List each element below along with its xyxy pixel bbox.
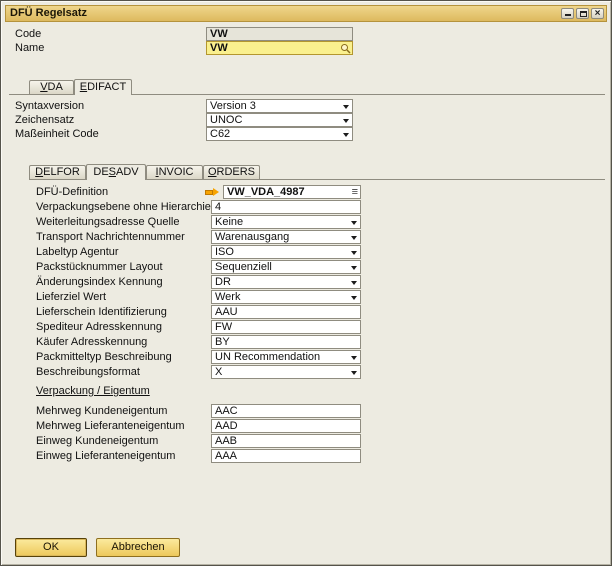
window-controls: × [561,8,604,19]
masseinheit-code-combo[interactable]: C62 [206,127,353,141]
einweg-lieferanteneigentum-label: Einweg Lieferanteneigentum [36,450,176,462]
weiterleitungsadresse-combo[interactable]: Keine [211,215,361,229]
minimize-button[interactable] [561,8,574,19]
weiterleitungsadresse-label: Weiterleitungsadresse Quelle [36,216,180,228]
packmitteltyp-beschreibung-combo[interactable]: UN Recommendation [211,350,361,364]
beschreibungsformat-combo[interactable]: X [211,365,361,379]
transport-nachrichtennummer-combo[interactable]: Warenausgang [211,230,361,244]
zeichensatz-combo[interactable]: UNOC [206,113,353,127]
lieferziel-wert-combo[interactable]: Werk [211,290,361,304]
masseinheit-code-label: Maßeinheit Code [15,128,99,140]
spediteur-adresskennung-field[interactable]: FW [211,320,361,334]
kaeufer-adresskennung-label: Käufer Adresskennung [36,336,148,348]
code-label: Code [15,28,42,40]
mehrweg-kundeneigentum-field[interactable]: AAC [211,404,361,418]
spediteur-adresskennung-label: Spediteur Adresskennung [36,321,162,333]
choose-list-icon[interactable]: ≡ [352,186,358,198]
lieferschein-identifizierung-label: Lieferschein Identifizierung [36,306,167,318]
packstuecknummer-layout-combo[interactable]: Sequenziell [211,260,361,274]
dropdown-icon [351,296,357,300]
einweg-kundeneigentum-field[interactable]: AAB [211,434,361,448]
mehrweg-lieferanteneigentum-field[interactable]: AAD [211,419,361,433]
close-icon: × [594,8,601,19]
code-field: VW [206,27,353,41]
dropdown-icon [351,251,357,255]
syntaxversion-label: Syntaxversion [15,100,85,112]
close-button[interactable]: × [591,8,604,19]
verpackungsebene-label: Verpackungsebene ohne Hierarchie [36,201,211,213]
subtab-invoic[interactable]: INVOIC [146,165,203,179]
name-label: Name [15,42,45,54]
beschreibungsformat-label: Beschreibungsformat [36,366,140,378]
dropdown-icon [351,281,357,285]
verpackungsebene-field[interactable]: 4 [211,200,361,214]
dropdown-icon [343,105,349,109]
einweg-lieferanteneigentum-field[interactable]: AAA [211,449,361,463]
name-field[interactable]: VW [206,41,353,55]
aenderungsindex-combo[interactable]: DR [211,275,361,289]
maximize-button[interactable] [576,8,589,19]
labeltyp-agentur-combo[interactable]: ISO [211,245,361,259]
subtab-orders[interactable]: ORDERS [203,165,260,179]
dfu-definition-field[interactable]: VW_VDA_4987 ≡ [223,185,361,199]
verpackung-eigentum-section-title: Verpackung / Eigentum [36,385,150,397]
lieferziel-wert-label: Lieferziel Wert [36,291,107,303]
dfu-definition-label: DFÜ-Definition [36,186,109,198]
mehrweg-lieferanteneigentum-label: Mehrweg Lieferanteneigentum [36,420,185,432]
tab-vda[interactable]: VDA [29,80,74,94]
subtab-desadv[interactable]: DESADV [86,164,146,180]
title-bar: DFÜ Regelsatz × [5,5,607,22]
transport-nachrichtennummer-label: Transport Nachrichtennummer [36,231,185,243]
lieferschein-identifizierung-field[interactable]: AAU [211,305,361,319]
labeltyp-agentur-label: Labeltyp Agentur [36,246,119,258]
dropdown-icon [343,133,349,137]
kaeufer-adresskennung-field[interactable]: BY [211,335,361,349]
dropdown-icon [351,356,357,360]
subtab-delfor[interactable]: DELFOR [29,165,86,179]
dropdown-icon [351,266,357,270]
tab-edifact[interactable]: EDIFACT [74,79,132,95]
aenderungsindex-label: Änderungsindex Kennung [36,276,163,288]
cancel-button[interactable]: Abbrechen [96,538,180,557]
einweg-kundeneigentum-label: Einweg Kundeneigentum [36,435,159,447]
window-title: DFÜ Regelsatz [10,7,88,19]
dropdown-icon [351,371,357,375]
packmitteltyp-beschreibung-label: Packmitteltyp Beschreibung [36,351,172,363]
dropdown-icon [351,221,357,225]
dropdown-icon [343,119,349,123]
syntaxversion-combo[interactable]: Version 3 [206,99,353,113]
minimize-icon [565,14,571,16]
dropdown-icon [351,236,357,240]
zeichensatz-label: Zeichensatz [15,114,75,126]
ok-button[interactable]: OK [15,538,87,557]
maximize-icon [580,11,587,17]
packstuecknummer-layout-label: Packstücknummer Layout [36,261,163,273]
mehrweg-kundeneigentum-label: Mehrweg Kundeneigentum [36,405,168,417]
link-arrow-icon[interactable] [206,187,220,198]
choose-from-list-icon[interactable] [340,43,351,54]
dfu-regelsatz-window: DFÜ Regelsatz × Code VW Name VW VDA EDIF… [0,0,612,566]
